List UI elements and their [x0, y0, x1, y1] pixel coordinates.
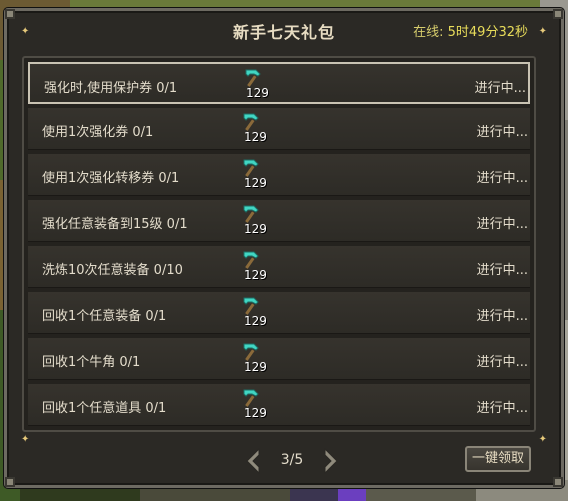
task-row[interactable]: 使用1次强化券 0/1 129 进行中... [28, 108, 530, 150]
reward-item[interactable]: 129 [236, 388, 267, 422]
task-name: 使用1次强化券 0/1 [42, 125, 154, 140]
task-status: 进行中... [474, 81, 526, 96]
chevron-left-icon [246, 447, 260, 475]
corner-rivet [553, 9, 563, 19]
chevron-right-icon [324, 447, 338, 475]
task-name: 洗炼10次任意装备 0/10 [42, 263, 183, 278]
task-status: 进行中... [476, 217, 528, 232]
reward-item[interactable]: 129 [236, 204, 267, 238]
sparkle-icon: ✦ [538, 434, 547, 445]
reward-item[interactable]: 129 [236, 250, 267, 284]
reward-item[interactable]: 129 [236, 342, 267, 376]
task-name: 回收1个牛角 0/1 [42, 355, 141, 370]
reward-item[interactable]: 129 [236, 296, 267, 330]
next-page-button[interactable] [322, 447, 340, 475]
reward-quantity: 129 [244, 314, 267, 328]
task-status: 进行中... [476, 309, 528, 324]
task-name: 回收1个任意道具 0/1 [42, 401, 167, 416]
reward-quantity: 129 [244, 406, 267, 420]
online-label: 在线: [413, 25, 444, 40]
reward-item[interactable]: 129 [238, 68, 269, 102]
task-status: 进行中... [476, 263, 528, 278]
claim-all-button[interactable]: 一键领取 [465, 446, 531, 472]
reward-item[interactable]: 129 [236, 158, 267, 192]
corner-rivet [553, 477, 563, 487]
corner-rivet [5, 9, 15, 19]
corner-rivet [5, 477, 15, 487]
task-status: 进行中... [476, 125, 528, 140]
reward-quantity: 129 [244, 268, 267, 282]
sparkle-icon: ✦ [21, 434, 30, 445]
task-row[interactable]: 强化时,使用保护券 0/1 129 进行中... [28, 62, 530, 104]
task-status: 进行中... [476, 171, 528, 186]
reward-quantity: 129 [246, 86, 269, 100]
task-status: 进行中... [476, 355, 528, 370]
page-indicator: 3/5 [280, 452, 304, 468]
task-row[interactable]: 回收1个任意道具 0/1 129 进行中... [28, 384, 530, 426]
reward-quantity: 129 [244, 360, 267, 374]
task-name: 强化时,使用保护券 0/1 [44, 81, 178, 96]
task-status: 进行中... [476, 401, 528, 416]
reward-quantity: 129 [244, 222, 267, 236]
reward-quantity: 129 [244, 130, 267, 144]
prev-page-button[interactable] [244, 447, 262, 475]
task-name: 强化任意装备到15级 0/1 [42, 217, 188, 232]
task-row[interactable]: 回收1个牛角 0/1 129 进行中... [28, 338, 530, 380]
task-row[interactable]: 回收1个任意装备 0/1 129 进行中... [28, 292, 530, 334]
task-row[interactable]: 洗炼10次任意装备 0/10 129 进行中... [28, 246, 530, 288]
online-time: 在线: 5时49分32秒 [413, 21, 528, 40]
task-row[interactable]: 使用1次强化转移券 0/1 129 进行中... [28, 154, 530, 196]
online-time-value: 5时49分32秒 [447, 25, 528, 40]
task-row[interactable]: 强化任意装备到15级 0/1 129 进行中... [28, 200, 530, 242]
task-name: 回收1个任意装备 0/1 [42, 309, 167, 324]
task-name: 使用1次强化转移券 0/1 [42, 171, 180, 186]
task-list: 强化时,使用保护券 0/1 129 进行中... 使用1次强化券 0/1 129… [22, 56, 536, 432]
pager: 3/5 [244, 447, 340, 475]
reward-quantity: 129 [244, 176, 267, 190]
reward-item[interactable]: 129 [236, 112, 267, 146]
